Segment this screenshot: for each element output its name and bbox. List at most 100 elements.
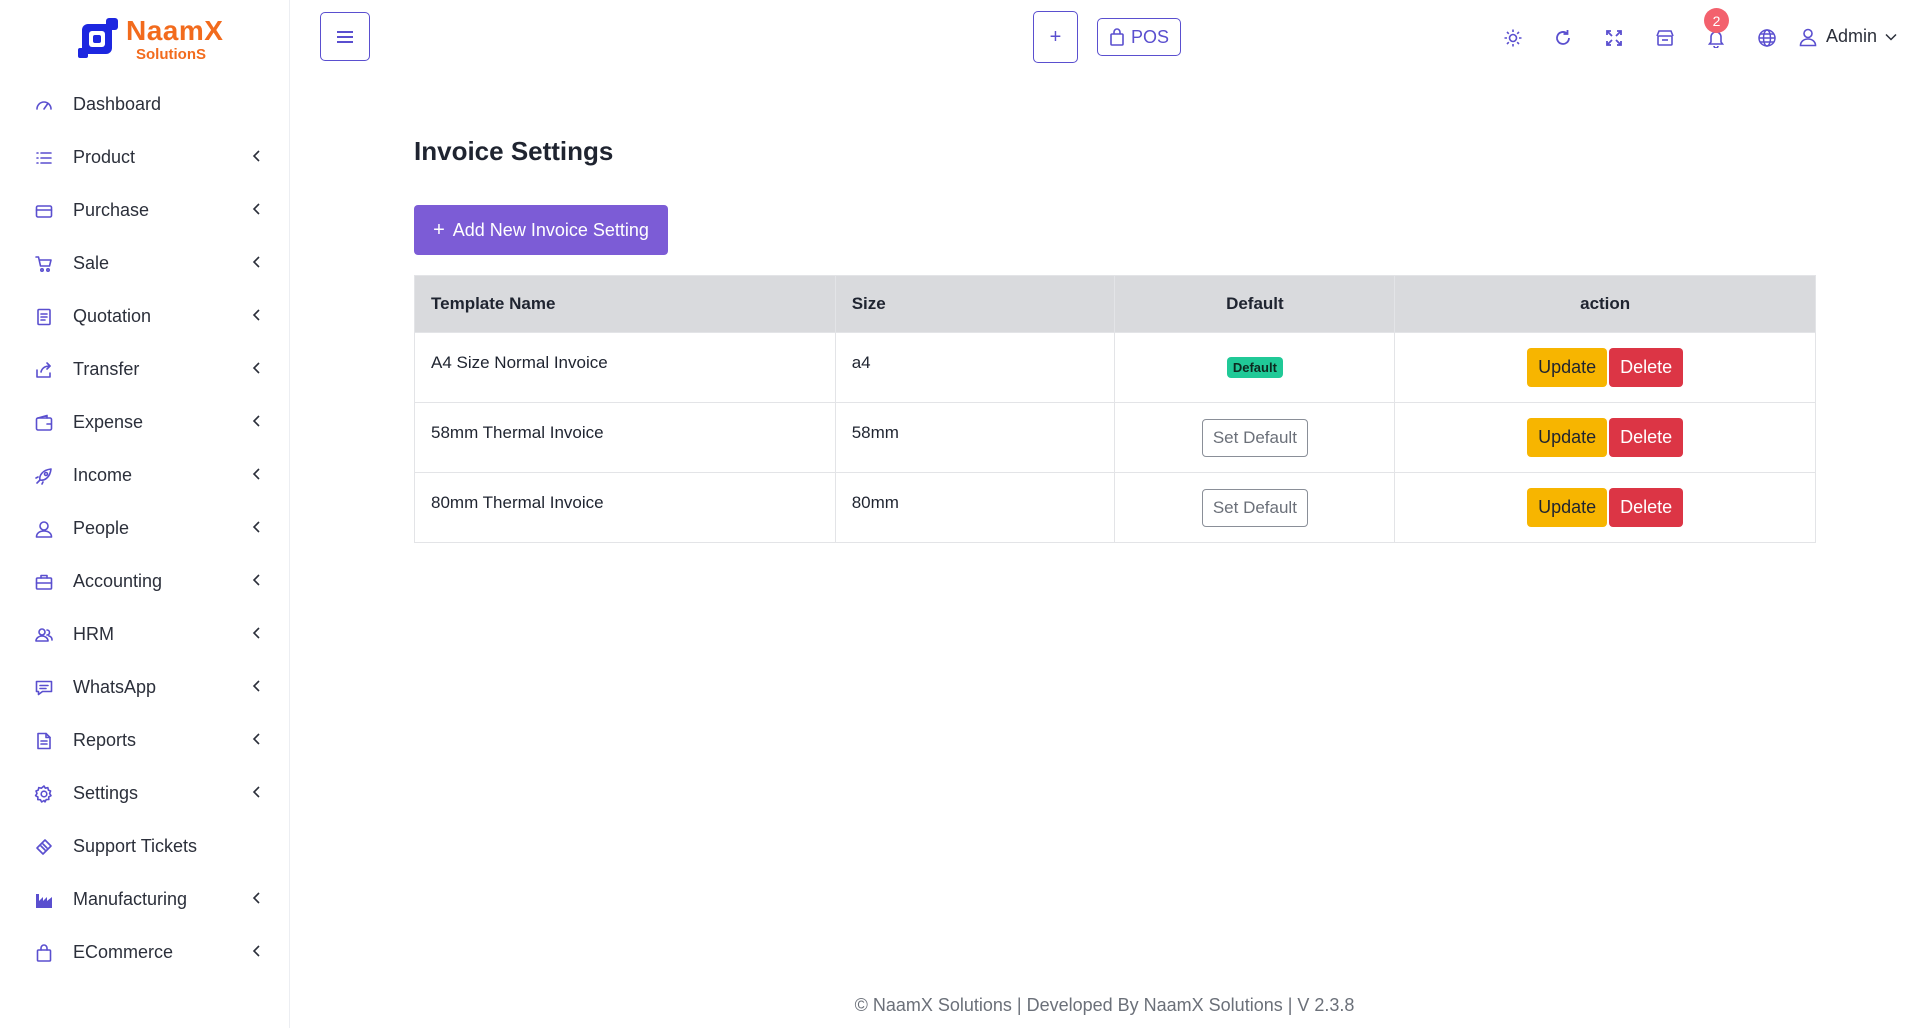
template-name-cell: 58mm Thermal Invoice bbox=[414, 402, 836, 473]
sidebar-item-whatsapp[interactable]: WhatsApp bbox=[0, 661, 290, 714]
sidebar-item-hrm[interactable]: HRM bbox=[0, 608, 290, 661]
action-cell: Update Delete bbox=[1394, 472, 1816, 543]
language-button[interactable] bbox=[1756, 27, 1778, 49]
cart-icon bbox=[33, 253, 55, 275]
plus-icon: + bbox=[1049, 25, 1062, 48]
table-row: A4 Size Normal Invoice a4 Default Update Del… bbox=[414, 332, 1816, 403]
chevron-left-icon bbox=[250, 202, 264, 216]
size-cell: a4 bbox=[834, 332, 1116, 403]
sidebar-item-quotation[interactable]: Quotation bbox=[0, 290, 290, 343]
sidebar-item-support-tickets[interactable]: Support Tickets bbox=[0, 820, 290, 873]
delete-button[interactable]: Delete bbox=[1609, 418, 1684, 457]
default-badge: Default bbox=[1226, 357, 1283, 378]
sidebar-item-manufacturing[interactable]: Manufacturing bbox=[0, 873, 290, 926]
card-icon bbox=[33, 200, 55, 222]
chevron-down-icon bbox=[1885, 33, 1897, 41]
user-name: Admin bbox=[1826, 26, 1878, 46]
hamburger-icon bbox=[337, 30, 353, 43]
store-icon bbox=[1656, 30, 1674, 46]
add-invoice-setting-button[interactable]: + Add New Invoice Setting bbox=[414, 205, 668, 255]
action-cell: Update Delete bbox=[1394, 332, 1816, 403]
user-menu[interactable]: Admin bbox=[1798, 26, 1897, 47]
sidebar-item-label: Expense bbox=[73, 412, 144, 432]
header-size: Size bbox=[834, 275, 1116, 333]
briefcase-icon bbox=[33, 571, 55, 593]
menu-toggle-button[interactable] bbox=[320, 12, 370, 61]
sidebar-item-settings[interactable]: Settings bbox=[0, 767, 290, 820]
sidebar-item-label: ECommerce bbox=[73, 942, 174, 962]
table-header-row: Template Name Size Default action bbox=[414, 275, 1816, 333]
chevron-left-icon bbox=[250, 520, 264, 534]
sidebar-item-product[interactable]: Product bbox=[0, 131, 290, 184]
sidebar-item-dashboard[interactable]: Dashboard bbox=[0, 78, 290, 131]
sidebar-item-sale[interactable]: Sale bbox=[0, 237, 290, 290]
user-icon bbox=[33, 518, 55, 540]
factory-icon bbox=[33, 889, 55, 911]
chevron-left-icon bbox=[250, 414, 264, 428]
refresh-button[interactable] bbox=[1552, 27, 1574, 49]
user-icon bbox=[1799, 28, 1817, 46]
brand-sub: SolutionS bbox=[136, 45, 206, 63]
sidebar-item-people[interactable]: People bbox=[0, 502, 290, 555]
sidebar-nav: Dashboard Product Purchase Sale Quotation Tra… bbox=[0, 78, 290, 979]
plus-icon: + bbox=[433, 218, 445, 241]
table-row: 80mm Thermal Invoice 80mm Set Default Updat… bbox=[414, 472, 1816, 543]
store-button[interactable] bbox=[1654, 27, 1676, 49]
list-icon bbox=[33, 147, 55, 169]
update-button[interactable]: Update bbox=[1527, 348, 1608, 387]
rocket-icon bbox=[33, 465, 55, 487]
bag-icon bbox=[33, 942, 55, 964]
sidebar-item-label: Quotation bbox=[73, 306, 152, 326]
chevron-left-icon bbox=[250, 626, 264, 640]
users-icon bbox=[33, 624, 55, 646]
share-icon bbox=[33, 359, 55, 381]
table-row: 58mm Thermal Invoice 58mm Set Default Updat… bbox=[414, 402, 1816, 473]
default-cell: Set Default bbox=[1114, 402, 1396, 473]
sidebar-item-income[interactable]: Income bbox=[0, 449, 290, 502]
chat-icon bbox=[33, 677, 55, 699]
table-body: A4 Size Normal Invoice a4 Default Update Del… bbox=[414, 332, 1816, 543]
page-title: Invoice Settings bbox=[414, 136, 614, 166]
sidebar: NaamX SolutionS Dashboard Product Purchase… bbox=[0, 0, 290, 1028]
pos-label: POS bbox=[1130, 26, 1169, 47]
brand-name: NaamX bbox=[126, 14, 224, 46]
sidebar-item-label: Transfer bbox=[73, 359, 140, 379]
chevron-left-icon bbox=[250, 149, 264, 163]
sidebar-item-label: WhatsApp bbox=[73, 677, 157, 697]
header-default: Default bbox=[1114, 275, 1396, 333]
sidebar-item-ecommerce[interactable]: ECommerce bbox=[0, 926, 290, 979]
sidebar-item-label: Reports bbox=[73, 730, 137, 750]
sidebar-item-expense[interactable]: Expense bbox=[0, 396, 290, 449]
sidebar-item-reports[interactable]: Reports bbox=[0, 714, 290, 767]
fullscreen-button[interactable] bbox=[1603, 27, 1625, 49]
quick-add-button[interactable]: + bbox=[1033, 11, 1078, 63]
sidebar-item-transfer[interactable]: Transfer bbox=[0, 343, 290, 396]
sidebar-item-label: Support Tickets bbox=[73, 836, 198, 856]
gauge-icon bbox=[33, 94, 55, 116]
sun-icon bbox=[1504, 29, 1522, 47]
default-cell: Set Default bbox=[1114, 472, 1396, 543]
chevron-left-icon bbox=[250, 679, 264, 693]
header-template-name: Template Name bbox=[414, 275, 836, 333]
sidebar-item-label: Purchase bbox=[73, 200, 150, 220]
set-default-button[interactable]: Set Default bbox=[1201, 488, 1308, 527]
update-button[interactable]: Update bbox=[1527, 418, 1608, 457]
theme-toggle-button[interactable] bbox=[1502, 27, 1524, 49]
globe-icon bbox=[1758, 29, 1776, 47]
sidebar-item-accounting[interactable]: Accounting bbox=[0, 555, 290, 608]
notification-badge: 2 bbox=[1704, 8, 1729, 33]
delete-button[interactable]: Delete bbox=[1609, 348, 1684, 387]
chevron-left-icon bbox=[250, 573, 264, 587]
sidebar-item-label: Income bbox=[73, 465, 133, 485]
set-default-button[interactable]: Set Default bbox=[1201, 418, 1308, 457]
logo-mark-icon bbox=[76, 16, 124, 62]
chevron-left-icon bbox=[250, 255, 264, 269]
update-button[interactable]: Update bbox=[1527, 488, 1608, 527]
sidebar-item-label: Dashboard bbox=[73, 94, 162, 114]
file-icon bbox=[33, 730, 55, 752]
sidebar-item-purchase[interactable]: Purchase bbox=[0, 184, 290, 237]
default-cell: Default bbox=[1114, 332, 1396, 403]
brand-logo[interactable]: NaamX SolutionS bbox=[76, 16, 223, 62]
pos-button[interactable]: POS bbox=[1097, 18, 1181, 56]
delete-button[interactable]: Delete bbox=[1609, 488, 1684, 527]
